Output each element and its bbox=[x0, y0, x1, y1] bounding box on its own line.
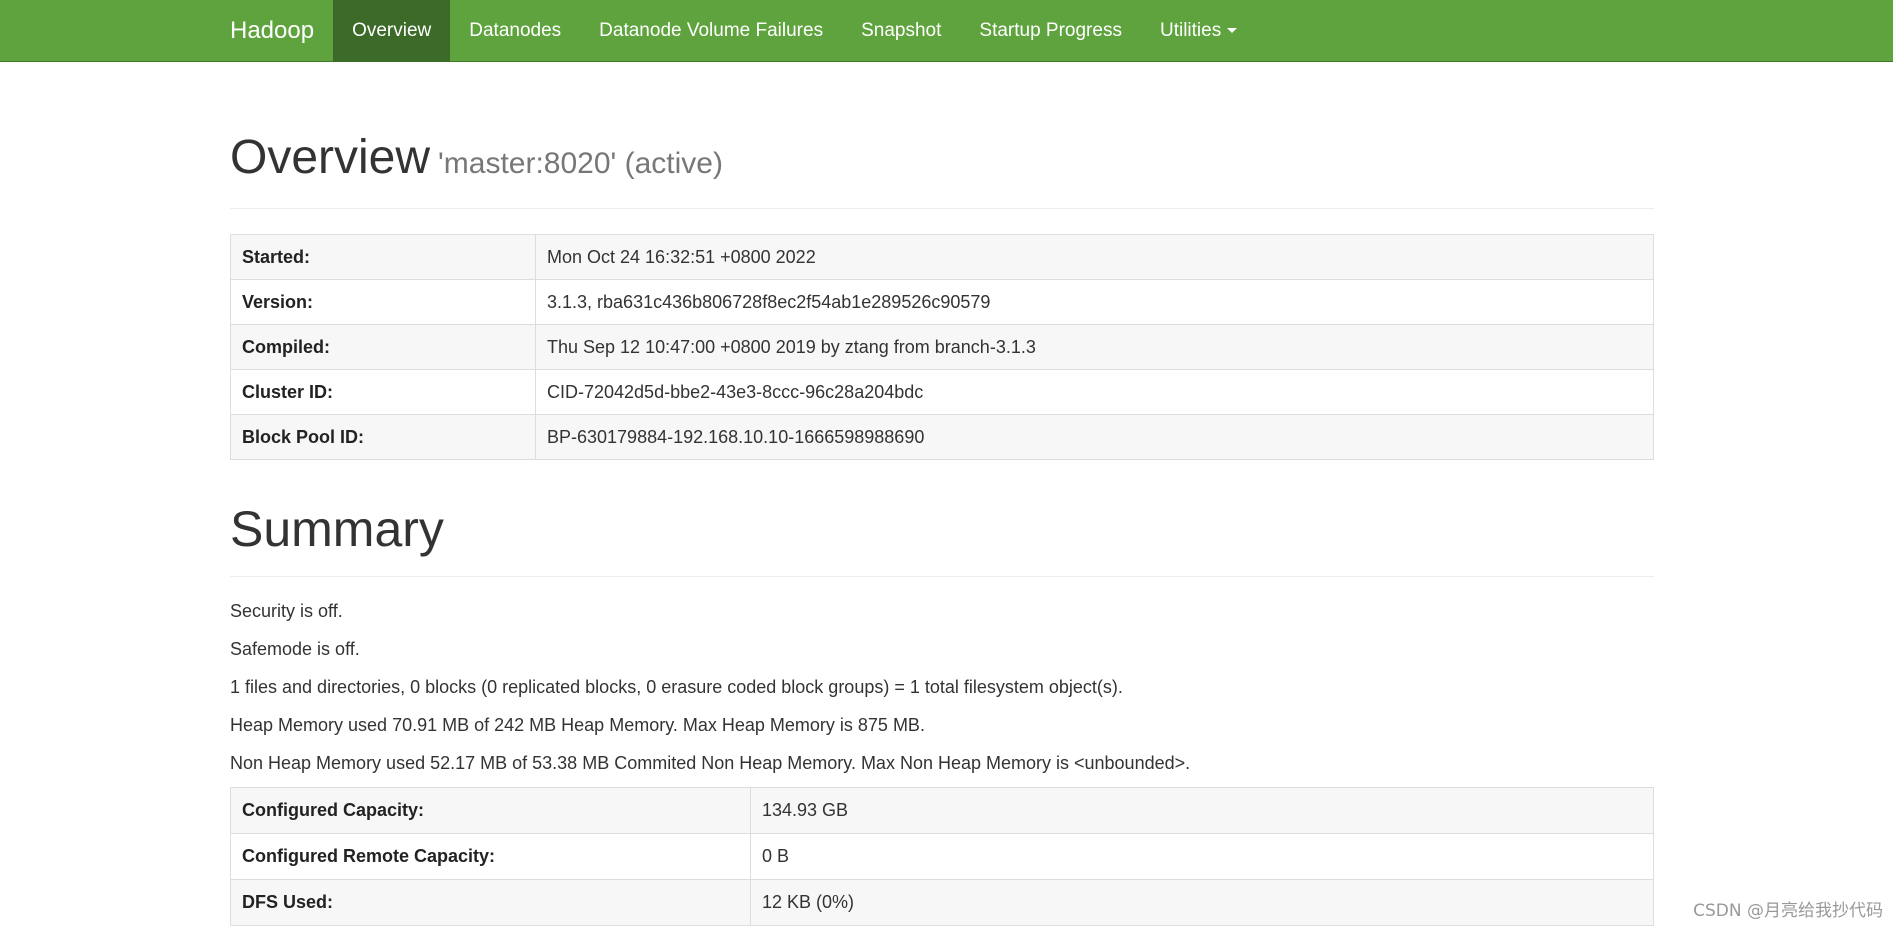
row-key: Started: bbox=[230, 234, 536, 280]
nav-tab-overview[interactable]: Overview bbox=[333, 0, 451, 62]
nav-tab-datanode-volume-failures[interactable]: Datanode Volume Failures bbox=[580, 0, 842, 62]
row-key: Cluster ID: bbox=[230, 369, 536, 415]
row-value: CID-72042d5d-bbe2-43e3-8ccc-96c28a204bdc bbox=[535, 369, 1654, 415]
row-value: 0 B bbox=[750, 833, 1654, 880]
row-key: Configured Capacity: bbox=[230, 787, 751, 834]
safemode-status: Safemode is off. bbox=[230, 639, 360, 659]
overview-title: Overview bbox=[230, 131, 431, 184]
table-row: Block Pool ID: BP-630179884-192.168.10.1… bbox=[230, 414, 1654, 460]
row-value: Thu Sep 12 10:47:00 +0800 2019 by ztang … bbox=[535, 324, 1654, 370]
summary-header: Summary bbox=[230, 504, 1654, 577]
nav-tab-startup-progress[interactable]: Startup Progress bbox=[960, 0, 1141, 62]
security-status: Security is off. bbox=[230, 601, 343, 621]
overview-header: Overview'master:8020' (active) bbox=[230, 134, 1654, 209]
main-content: Overview'master:8020' (active) Started: … bbox=[230, 62, 1654, 926]
nav-dropdown-utilities[interactable]: Utilities bbox=[1141, 0, 1256, 62]
summary-title: Summary bbox=[230, 501, 444, 557]
table-row: Configured Remote Capacity: 0 B bbox=[230, 833, 1654, 880]
table-row: DFS Used: 12 KB (0%) bbox=[230, 879, 1654, 926]
watermark: CSDN @月亮给我抄代码 bbox=[1693, 901, 1883, 921]
non-heap-memory: Non Heap Memory used 52.17 MB of 53.38 M… bbox=[230, 753, 1191, 773]
row-key: Compiled: bbox=[230, 324, 536, 370]
nav-tab-snapshot[interactable]: Snapshot bbox=[842, 0, 960, 62]
page-title: Overview'master:8020' (active) bbox=[230, 134, 1654, 182]
capacity-table: Configured Capacity: 134.93 GB Configure… bbox=[230, 787, 1654, 926]
brand-logo-link[interactable]: Hadoop bbox=[230, 0, 333, 62]
nav-menu: Hadoop Overview Datanodes Datanode Volum… bbox=[230, 0, 1256, 62]
row-key: Block Pool ID: bbox=[230, 414, 536, 460]
table-row: Configured Capacity: 134.93 GB bbox=[230, 787, 1654, 834]
row-key: Configured Remote Capacity: bbox=[230, 833, 751, 880]
row-value: 12 KB (0%) bbox=[750, 879, 1654, 926]
row-value: 3.1.3, rba631c436b806728f8ec2f54ab1e2895… bbox=[535, 279, 1654, 325]
row-key: Version: bbox=[230, 279, 536, 325]
namenode-address: 'master:8020' (active) bbox=[438, 147, 723, 180]
row-value: Mon Oct 24 16:32:51 +0800 2022 bbox=[535, 234, 1654, 280]
row-key: DFS Used: bbox=[230, 879, 751, 926]
caret-down-icon bbox=[1227, 28, 1238, 34]
top-navbar: Hadoop Overview Datanodes Datanode Volum… bbox=[0, 0, 1893, 62]
overview-table: Started: Mon Oct 24 16:32:51 +0800 2022 … bbox=[230, 234, 1654, 460]
table-row: Version: 3.1.3, rba631c436b806728f8ec2f5… bbox=[230, 279, 1654, 325]
nav-tab-datanodes[interactable]: Datanodes bbox=[450, 0, 580, 62]
filesystem-objects: 1 files and directories, 0 blocks (0 rep… bbox=[230, 677, 1123, 697]
nav-utilities-label: Utilities bbox=[1159, 20, 1222, 41]
table-row: Cluster ID: CID-72042d5d-bbe2-43e3-8ccc-… bbox=[230, 369, 1654, 415]
row-value: 134.93 GB bbox=[750, 787, 1654, 834]
table-row: Compiled: Thu Sep 12 10:47:00 +0800 2019… bbox=[230, 324, 1654, 370]
table-row: Started: Mon Oct 24 16:32:51 +0800 2022 bbox=[230, 234, 1654, 280]
summary-lines: Security is off. Safemode is off. 1 file… bbox=[230, 597, 1654, 787]
row-value: BP-630179884-192.168.10.10-1666598988690 bbox=[535, 414, 1654, 460]
heap-memory: Heap Memory used 70.91 MB of 242 MB Heap… bbox=[230, 715, 925, 735]
